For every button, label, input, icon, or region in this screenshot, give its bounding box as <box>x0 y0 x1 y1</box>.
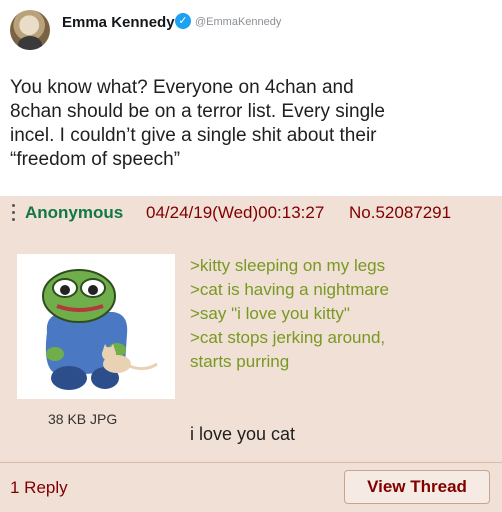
pepe-thumbnail[interactable] <box>17 254 175 399</box>
post-menu-dots-icon[interactable] <box>10 204 18 224</box>
post-message: i love you cat <box>190 424 296 444</box>
greentext-line: >kitty sleeping on my legs <box>190 256 386 275</box>
poster-name: Anonymous <box>25 203 124 222</box>
tweet-line: You know what? Everyone on 4chan and <box>10 77 354 98</box>
view-thread-button[interactable]: View Thread <box>344 470 490 504</box>
avatar[interactable] <box>10 10 50 50</box>
tweet-text: You know what? Everyone on 4chan and 8ch… <box>10 76 495 172</box>
post-date: 04/24/19(Wed)00:13:27 <box>146 203 325 222</box>
pepe-image <box>42 269 158 390</box>
greentext-line: >say "i love you kitty" <box>190 304 350 323</box>
tweet-line: 8chan should be on a terror list. Every … <box>10 101 385 122</box>
greentext-line: >cat is having a nightmare <box>190 280 389 299</box>
post-footer: 1 Reply View Thread <box>0 462 502 512</box>
tweet-line: “freedom of speech” <box>10 149 181 170</box>
greentext-line: >cat stops jerking around, <box>190 328 386 347</box>
post-header: Anonymous 04/24/19(Wed)00:13:27 No.52087… <box>0 196 502 232</box>
tweet-author-handle[interactable]: @EmmaKennedy <box>195 16 281 28</box>
tweet-author-name[interactable]: Emma Kennedy <box>62 14 175 31</box>
greentext-line: starts purring <box>190 352 290 371</box>
tweet-line: incel. I couldn’t give a single shit abo… <box>10 125 377 146</box>
greentext-block: >kitty sleeping on my legs >cat is havin… <box>190 254 389 374</box>
tweet-card: Emma Kennedy ✓ @EmmaKennedy You know wha… <box>0 0 502 196</box>
reply-count-link[interactable]: 1 Reply <box>10 478 68 498</box>
chan-post: Anonymous 04/24/19(Wed)00:13:27 No.52087… <box>0 196 502 512</box>
post-number[interactable]: No.52087291 <box>349 203 451 223</box>
image-file-info: 38 KB JPG <box>48 411 118 427</box>
verified-badge-icon: ✓ <box>175 13 191 29</box>
